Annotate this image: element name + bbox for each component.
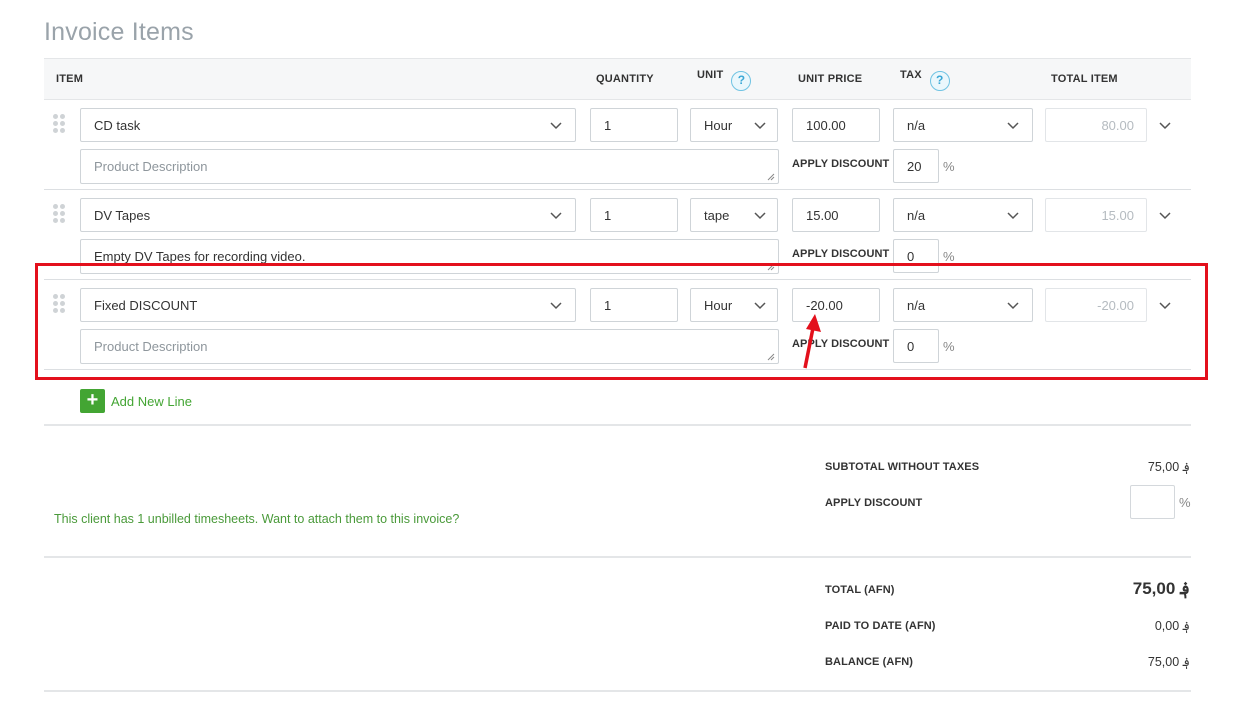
header-unit-price: UNIT PRICE bbox=[798, 73, 863, 85]
item-select-value: DV Tapes bbox=[94, 207, 151, 223]
unit-price-input[interactable]: 15.00 bbox=[792, 198, 880, 232]
unit-select[interactable]: tape bbox=[690, 198, 778, 232]
balance-label: BALANCE (AFN) bbox=[825, 656, 914, 668]
header-total-item: TOTAL ITEM bbox=[1051, 73, 1118, 85]
apply-discount-label: APPLY DISCOUNT bbox=[792, 158, 890, 170]
item-select[interactable]: DV Tapes bbox=[80, 198, 576, 232]
tax-select[interactable]: n/a bbox=[893, 108, 1033, 142]
header-item: ITEM bbox=[56, 73, 84, 85]
total-label: TOTAL (AFN) bbox=[825, 584, 895, 596]
unit-price-input[interactable]: 100.00 bbox=[792, 108, 880, 142]
expand-row-chevron-icon[interactable] bbox=[1158, 211, 1172, 221]
unit-help-icon[interactable]: ? bbox=[731, 71, 752, 91]
apply-discount-label: APPLY DISCOUNT bbox=[792, 248, 890, 260]
subtotal-value: 75,00 ؋ bbox=[1147, 460, 1190, 474]
paid-to-date-value: 0,00 ؋ bbox=[1154, 619, 1190, 633]
balance-value: 75,00 ؋ bbox=[1147, 655, 1190, 669]
timesheet-link[interactable]: This client has 1 unbilled timesheets. W… bbox=[54, 512, 459, 526]
chevron-down-icon bbox=[550, 212, 562, 220]
total-item-field: 80.00 bbox=[1045, 108, 1147, 142]
chevron-down-icon bbox=[1007, 122, 1019, 130]
discount-input[interactable]: 20 bbox=[893, 149, 939, 183]
item-select-value: CD task bbox=[94, 117, 141, 133]
add-line-button[interactable]: + bbox=[80, 389, 105, 413]
chevron-down-icon bbox=[754, 212, 766, 220]
highlight-box bbox=[35, 263, 1208, 380]
quantity-input[interactable]: 1 bbox=[590, 198, 678, 232]
tax-help-icon[interactable]: ? bbox=[929, 71, 950, 91]
paid-to-date-label: PAID TO DATE (AFN) bbox=[825, 620, 936, 632]
apply-discount-summary-label: APPLY DISCOUNT bbox=[825, 497, 923, 509]
tax-select[interactable]: n/a bbox=[893, 198, 1033, 232]
subtotal-label: SUBTOTAL WITHOUT TAXES bbox=[825, 461, 980, 473]
section-divider bbox=[44, 690, 1191, 692]
drag-handle-icon[interactable] bbox=[53, 204, 67, 224]
chevron-down-icon bbox=[1007, 212, 1019, 220]
invoice-line: CD task 1 Hour 100.00 n/a 80.00 Product … bbox=[44, 100, 1191, 190]
total-item-field: 15.00 bbox=[1045, 198, 1147, 232]
annotation-arrow-icon bbox=[803, 314, 821, 369]
percent-sign: % bbox=[943, 159, 955, 174]
drag-handle-icon[interactable] bbox=[53, 114, 67, 134]
item-select[interactable]: CD task bbox=[80, 108, 576, 142]
section-title: Invoice Items bbox=[44, 18, 194, 46]
section-divider bbox=[44, 556, 1191, 558]
quantity-input[interactable]: 1 bbox=[590, 108, 678, 142]
description-textarea[interactable]: Product Description bbox=[80, 149, 779, 184]
expand-row-chevron-icon[interactable] bbox=[1158, 121, 1172, 131]
percent-sign: % bbox=[1179, 495, 1191, 510]
section-divider bbox=[44, 424, 1191, 426]
header-unit: UNIT? bbox=[697, 69, 752, 91]
total-value: 75,00 ؋ bbox=[1132, 579, 1190, 598]
header-tax: TAX? bbox=[900, 69, 950, 91]
header-quantity: QUANTITY bbox=[596, 73, 654, 85]
add-new-line-link[interactable]: Add New Line bbox=[111, 394, 192, 409]
percent-sign: % bbox=[943, 249, 955, 264]
chevron-down-icon bbox=[754, 122, 766, 130]
table-header: ITEM QUANTITY UNIT? UNIT PRICE TAX? TOTA… bbox=[44, 58, 1191, 100]
row-divider bbox=[44, 189, 1191, 190]
unit-select[interactable]: Hour bbox=[690, 108, 778, 142]
chevron-down-icon bbox=[550, 122, 562, 130]
resize-handle-icon[interactable] bbox=[765, 171, 775, 181]
summary-discount-input[interactable] bbox=[1130, 485, 1175, 519]
